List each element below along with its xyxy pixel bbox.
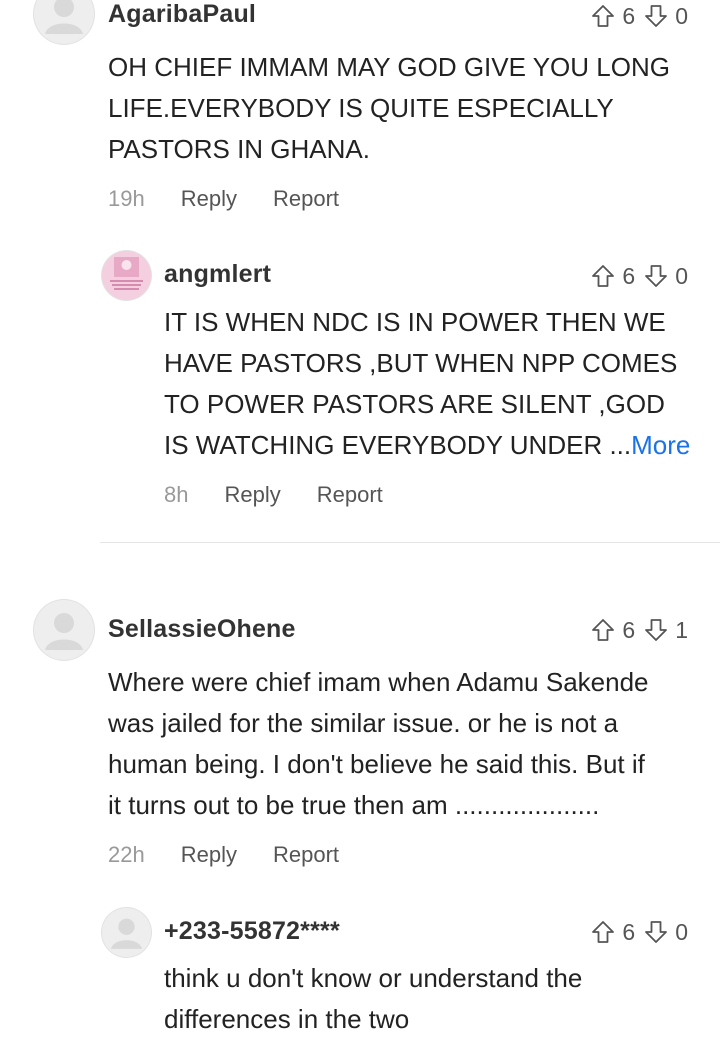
comment-text: think u don't know or understand the dif… bbox=[164, 958, 582, 1040]
divider bbox=[100, 542, 720, 543]
downvote-count: 0 bbox=[675, 2, 688, 29]
vote-controls: 6 0 bbox=[590, 916, 688, 948]
comment-text-line: PASTORS IN GHANA. bbox=[108, 134, 370, 164]
upvote-count: 6 bbox=[622, 616, 636, 643]
comment-timestamp: 19h bbox=[108, 186, 145, 211]
comment-text-line: HAVE PASTORS ,BUT WHEN NPP COMES bbox=[164, 348, 678, 378]
comment-text: Where were chief imam when Adamu Sakende… bbox=[108, 662, 649, 826]
comment-text-line: TO POWER PASTORS ARE SILENT ,GOD bbox=[164, 389, 665, 419]
upvote-icon[interactable] bbox=[590, 919, 616, 945]
comment-text-line: think u don't know or understand the bbox=[164, 963, 583, 993]
comment-text: OH CHIEF IMMAM MAY GOD GIVE YOU LONG LIF… bbox=[108, 47, 670, 170]
avatar[interactable] bbox=[102, 908, 151, 957]
comment-timestamp: 22h bbox=[108, 842, 145, 867]
report-link[interactable]: Report bbox=[317, 482, 383, 508]
truncated-text: IS WATCHING EVERYBODY UNDER ... bbox=[164, 430, 632, 460]
comment-text-line: IT IS WHEN NDC IS IN POWER THEN WE bbox=[164, 307, 666, 337]
comment-text-line: IS WATCHING EVERYBODY UNDER ...More bbox=[164, 425, 690, 466]
comment-username[interactable]: angmlert bbox=[164, 260, 271, 289]
downvote-count: 1 bbox=[675, 616, 688, 643]
reply-link[interactable]: Reply bbox=[181, 186, 237, 212]
comment-meta: 19h Reply Report bbox=[108, 186, 339, 212]
default-user-icon bbox=[45, 0, 83, 34]
reply-link[interactable]: Reply bbox=[181, 842, 237, 868]
upvote-count: 6 bbox=[622, 918, 636, 945]
downvote-icon[interactable] bbox=[643, 919, 669, 945]
comment-meta: 8h Reply Report bbox=[164, 482, 383, 508]
upvote-icon[interactable] bbox=[590, 617, 616, 643]
vote-controls: 6 1 bbox=[590, 614, 688, 646]
comment-username[interactable]: +233-55872**** bbox=[164, 917, 340, 946]
upvote-icon[interactable] bbox=[590, 3, 616, 29]
comment-text-line: it turns out to be true then am ........… bbox=[108, 790, 600, 820]
vote-controls: 6 0 bbox=[590, 0, 688, 32]
upvote-count: 6 bbox=[622, 2, 636, 29]
comment-timestamp: 8h bbox=[164, 482, 189, 507]
report-link[interactable]: Report bbox=[273, 842, 339, 868]
upvote-icon[interactable] bbox=[590, 263, 616, 289]
comment-username[interactable]: AgaribaPaul bbox=[108, 0, 256, 29]
comment-text-line: human being. I don't believe he said thi… bbox=[108, 749, 645, 779]
comment-meta: 22h Reply Report bbox=[108, 842, 339, 868]
upvote-count: 6 bbox=[622, 262, 636, 289]
avatar[interactable] bbox=[34, 0, 94, 44]
downvote-count: 0 bbox=[675, 918, 688, 945]
avatar[interactable] bbox=[34, 600, 94, 660]
comment-text-line: was jailed for the similar issue. or he … bbox=[108, 708, 619, 738]
user-photo-icon bbox=[102, 251, 151, 300]
comment-text: IT IS WHEN NDC IS IN POWER THEN WE HAVE … bbox=[164, 302, 690, 466]
downvote-icon[interactable] bbox=[643, 263, 669, 289]
comment-text-line: differences in the two bbox=[164, 1004, 410, 1034]
reply-link[interactable]: Reply bbox=[224, 482, 280, 508]
report-link[interactable]: Report bbox=[273, 186, 339, 212]
avatar[interactable] bbox=[102, 251, 151, 300]
downvote-icon[interactable] bbox=[643, 3, 669, 29]
default-user-icon bbox=[45, 613, 83, 650]
default-user-icon bbox=[110, 918, 143, 949]
more-link[interactable]: More bbox=[631, 430, 690, 460]
comment-text-line: LIFE.EVERYBODY IS QUITE ESPECIALLY bbox=[108, 93, 614, 123]
comment-text-line: Where were chief imam when Adamu Sakende bbox=[108, 667, 649, 697]
comment-text-line: OH CHIEF IMMAM MAY GOD GIVE YOU LONG bbox=[108, 52, 670, 82]
vote-controls: 6 0 bbox=[590, 260, 688, 292]
downvote-icon[interactable] bbox=[643, 617, 669, 643]
downvote-count: 0 bbox=[675, 262, 688, 289]
comment-username[interactable]: SellassieOhene bbox=[108, 615, 296, 644]
